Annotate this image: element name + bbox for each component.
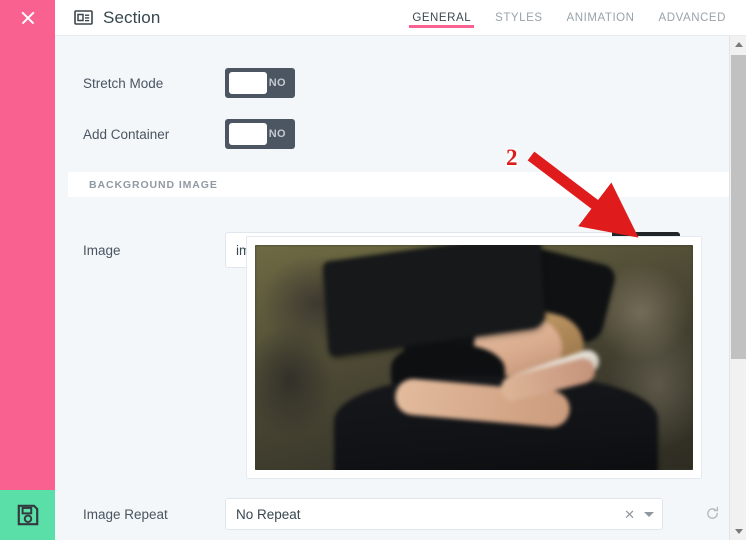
tab-styles[interactable]: STYLES (483, 0, 554, 24)
toggle-knob (229, 72, 267, 94)
stretch-mode-toggle[interactable]: NO (225, 68, 295, 98)
image-label: Image (55, 243, 225, 258)
chevron-down-icon[interactable] (644, 512, 654, 517)
panel-title-group: Section (55, 8, 160, 28)
close-panel-button[interactable] (0, 0, 55, 36)
background-image-section-label: BACKGROUND IMAGE (68, 179, 218, 191)
tab-general[interactable]: GENERAL (400, 0, 483, 24)
settings-panel: Section GENERAL STYLES ANIMATION ADVANCE… (0, 0, 746, 540)
refresh-icon (705, 506, 720, 521)
add-container-label: Add Container (55, 127, 225, 142)
toggle-knob (229, 123, 267, 145)
close-x-icon (20, 10, 36, 26)
clear-x-icon[interactable]: ✕ (624, 508, 635, 521)
field-row-stretch-mode: Stretch Mode NO (55, 68, 731, 98)
floppy-save-icon (15, 502, 41, 528)
scroll-up-arrow-icon (735, 42, 743, 47)
image-repeat-refresh-button[interactable] (701, 502, 723, 524)
scroll-down-arrow-icon (735, 529, 743, 534)
field-row-add-container: Add Container NO (55, 119, 731, 149)
vertical-scrollbar[interactable] (729, 36, 746, 540)
tab-bar: GENERAL STYLES ANIMATION ADVANCED (400, 0, 738, 36)
image-repeat-select[interactable]: No Repeat ✕ (225, 498, 663, 530)
add-container-toggle-state: NO (269, 128, 286, 140)
left-sidebar (0, 0, 55, 540)
scrollbar-thumb[interactable] (731, 55, 746, 359)
panel-header: Section GENERAL STYLES ANIMATION ADVANCE… (55, 0, 746, 36)
tab-animation[interactable]: ANIMATION (555, 0, 647, 24)
tab-advanced[interactable]: ADVANCED (647, 0, 738, 24)
preview-subject-group (255, 245, 693, 470)
stretch-mode-label: Stretch Mode (55, 76, 225, 91)
image-preview-card (246, 236, 702, 479)
card-media-icon (74, 10, 93, 25)
settings-scroll-body: Stretch Mode NO Add Container NO BACKGRO… (55, 36, 746, 540)
field-row-image-repeat: Image Repeat No Repeat ✕ (55, 498, 731, 530)
scroll-down-button[interactable] (730, 523, 746, 540)
save-button[interactable] (0, 490, 55, 540)
image-repeat-value: No Repeat (236, 507, 301, 522)
image-repeat-select-tools: ✕ (624, 499, 654, 529)
image-repeat-label: Image Repeat (55, 507, 225, 522)
add-container-toggle[interactable]: NO (225, 119, 295, 149)
scroll-up-button[interactable] (730, 36, 746, 53)
background-image-section-header: BACKGROUND IMAGE (68, 172, 731, 197)
stretch-mode-toggle-state: NO (269, 77, 286, 89)
page-title: Section (103, 8, 160, 28)
image-preview (255, 245, 693, 470)
